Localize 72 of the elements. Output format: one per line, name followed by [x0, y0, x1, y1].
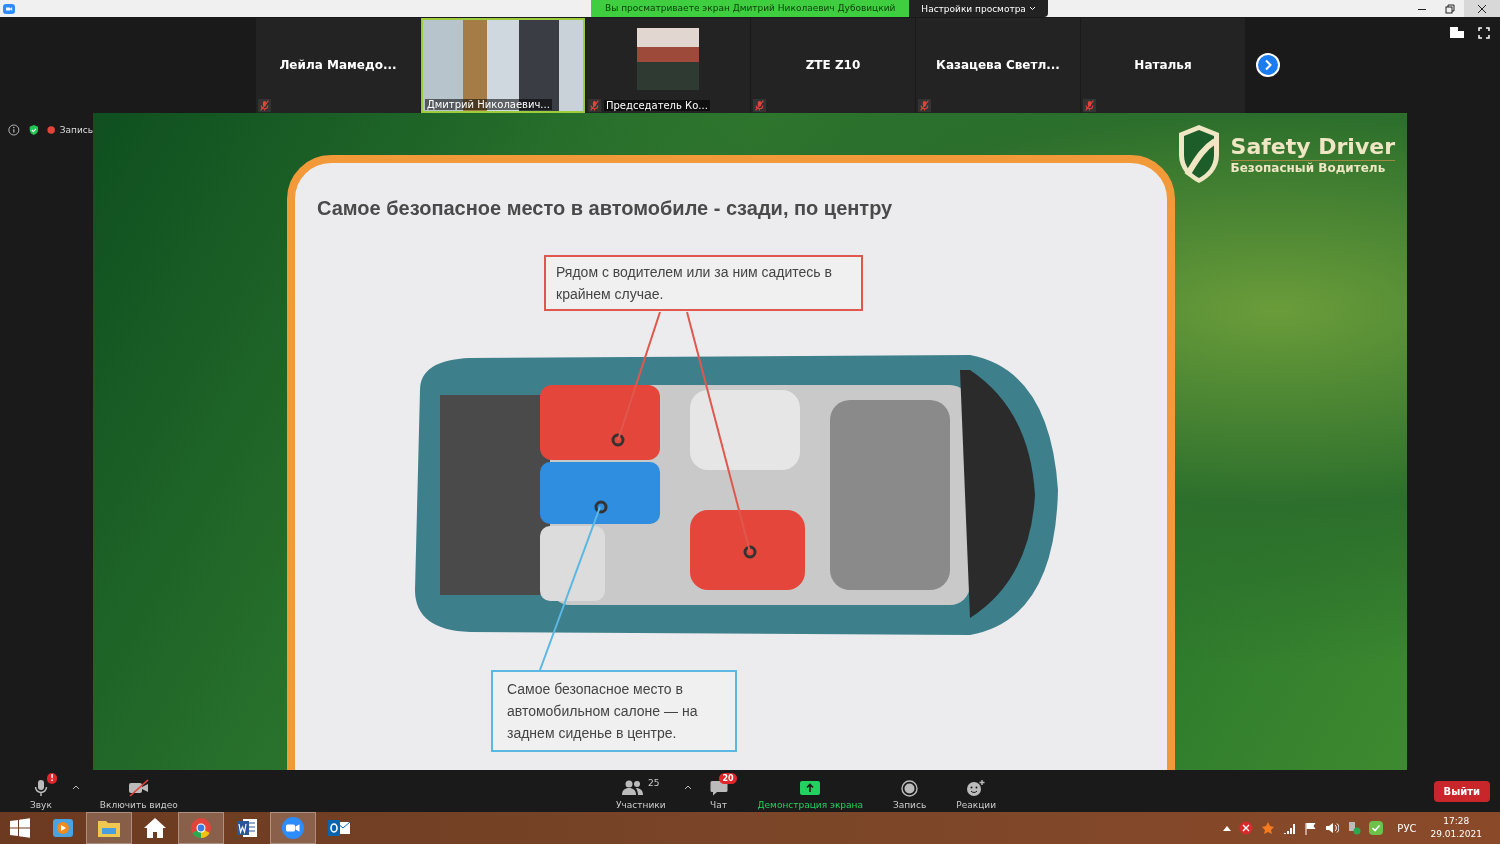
zoom-app-icon	[3, 3, 15, 14]
folder-icon	[97, 818, 121, 838]
participant-name: Лейла Мамедо...	[279, 58, 397, 72]
layout-icon[interactable]	[1450, 27, 1464, 38]
participant-tile[interactable]: Наталья	[1081, 17, 1245, 113]
toolbar-button[interactable]: 20 Чат	[697, 772, 740, 810]
people-icon	[622, 780, 645, 796]
logo-subtitle: Безопасный Водитель	[1230, 160, 1387, 175]
chevron-up-icon[interactable]	[1223, 825, 1232, 831]
participant-tile[interactable]: Председатель Ко...	[586, 17, 750, 113]
microphone-icon	[33, 779, 48, 797]
notification-badge: 20	[719, 773, 737, 784]
smiley-plus-icon	[966, 779, 987, 797]
participant-name: Наталья	[1134, 58, 1192, 72]
house-icon	[143, 817, 167, 839]
toolbar-button[interactable]: ! Звук	[18, 772, 64, 810]
video-camera-icon	[281, 816, 305, 840]
participant-tile[interactable]: Лейла Мамедо...	[256, 17, 420, 113]
checkmark-icon[interactable]	[1369, 821, 1384, 835]
toolbar-button[interactable]: Включить видео	[87, 772, 190, 810]
participant-count: 25	[648, 778, 660, 788]
callout-box: Рядом с водителем или за ним садитесь в крайнем случае.	[544, 255, 863, 311]
shield-icon[interactable]	[27, 123, 40, 137]
windows-logo-icon	[10, 818, 30, 838]
caret-icon[interactable]	[71, 784, 80, 790]
tray-app-icon[interactable]	[1239, 821, 1254, 835]
logo-title: Safety Driver	[1230, 133, 1395, 161]
taskbar-app-button[interactable]	[270, 812, 316, 844]
restore-icon	[1445, 3, 1455, 14]
callout-box: Самое безопасное место в автомобильном салоне — на заднем сиденье в центре.	[491, 670, 737, 752]
slide-title: Самое безопасное место в автомобиле - сзади, по центру	[317, 197, 893, 220]
signal-bars-icon[interactable]	[1283, 822, 1298, 834]
view-options-button[interactable]: Настройки просмотра	[909, 0, 1048, 17]
toolbar-button[interactable]: Реакции	[944, 772, 1008, 810]
network-check-icon[interactable]	[1347, 821, 1362, 835]
toolbar-button[interactable]: 25 Участники	[604, 772, 678, 810]
participant-name: Председатель Ко...	[604, 99, 710, 111]
participant-tile[interactable]: Дмитрий Николаевич...	[421, 17, 585, 113]
recording-label: Запись	[59, 125, 93, 135]
close-button[interactable]	[1464, 0, 1500, 17]
toolbar-button[interactable]: Запись	[880, 772, 939, 810]
toolbar-button[interactable]: Демонстрация экрана	[745, 772, 875, 810]
photo-placeholder	[637, 28, 699, 90]
record-icon	[901, 779, 919, 797]
notification-badge: !	[47, 773, 57, 784]
participant-tile[interactable]: Казацева Светл...	[916, 17, 1080, 113]
participant-name: Казацева Светл...	[936, 58, 1060, 72]
browser-icon	[190, 817, 212, 839]
play-icon	[52, 818, 74, 838]
fullscreen-icon[interactable]	[1478, 27, 1490, 39]
screen-share-banner: Вы просматриваете экран Дмитрий Николаевич Дубовицкий	[591, 0, 910, 17]
envelope-o-icon	[327, 818, 351, 838]
chevron-right-icon	[1263, 59, 1273, 71]
clock-time[interactable]: 17:28	[1443, 815, 1470, 828]
next-page-button[interactable]	[1256, 53, 1280, 77]
participant-name: ZTE Z10	[805, 58, 861, 72]
info-icon[interactable]	[8, 123, 20, 137]
share-screen-icon	[800, 781, 821, 795]
recording-dot-icon	[47, 125, 56, 135]
clock-date[interactable]: 29.01.2021	[1430, 828, 1482, 841]
flag-icon[interactable]	[1305, 821, 1318, 835]
video-off-icon	[127, 779, 150, 797]
caret-icon[interactable]	[683, 784, 692, 790]
speaker-icon[interactable]	[1325, 822, 1340, 834]
participant-name: Дмитрий Николаевич...	[425, 98, 552, 110]
chevron-icon	[1028, 6, 1036, 11]
document-w-icon	[236, 818, 258, 838]
chat-bubble-icon	[709, 780, 728, 796]
leave-button[interactable]: Выйти	[1433, 780, 1490, 802]
input-language[interactable]: РУС	[1397, 822, 1417, 834]
participant-tile[interactable]: ZTE Z10	[751, 17, 915, 113]
close-icon	[1477, 3, 1487, 14]
